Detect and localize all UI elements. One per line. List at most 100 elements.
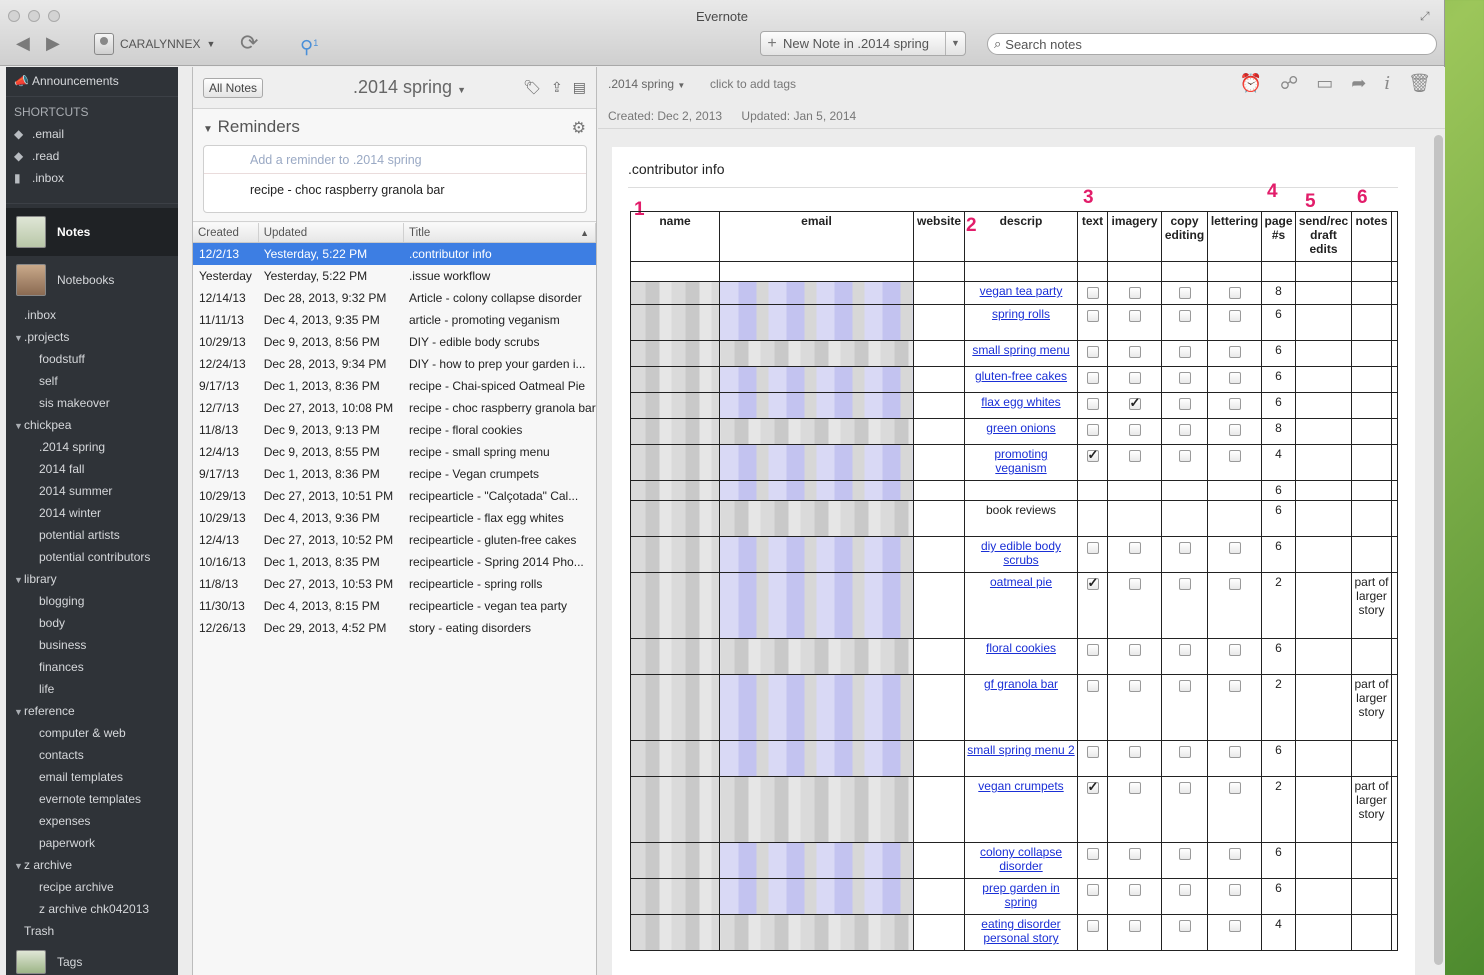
descrip-cell[interactable]: floral cookies	[964, 638, 1078, 675]
copy-checkbox-cell[interactable]	[1161, 366, 1208, 393]
column-created[interactable]: Created	[193, 223, 259, 242]
imagery-checkbox[interactable]	[1128, 424, 1141, 436]
copy-checkbox-cell[interactable]	[1161, 304, 1208, 341]
copy-checkbox-cell[interactable]	[1161, 340, 1208, 367]
table-row[interactable]: 10/29/13 Dec 27, 2013, 10:51 PM recipearti…	[193, 485, 596, 507]
text-checkbox-cell[interactable]	[1077, 842, 1108, 879]
text-checkbox[interactable]	[1086, 746, 1099, 758]
imagery-checkbox-cell[interactable]	[1107, 340, 1162, 367]
note-link[interactable]: vegan crumpets	[978, 779, 1063, 793]
imagery-checkbox-cell[interactable]	[1107, 418, 1162, 445]
view-options-icon[interactable]: ▤	[573, 79, 586, 96]
imagery-checkbox-cell[interactable]	[1107, 366, 1162, 393]
note-link[interactable]: prep garden in spring	[982, 881, 1059, 909]
expand-triangle-icon[interactable]: ▼	[14, 701, 24, 723]
copy-checkbox[interactable]	[1178, 746, 1191, 758]
add-tags-field[interactable]: click to add tags	[710, 77, 796, 91]
descrip-cell[interactable]: gluten-free cakes	[964, 366, 1078, 393]
sidebar-item-notebook[interactable]: Trash	[6, 920, 178, 942]
lettering-checkbox[interactable]	[1228, 398, 1241, 410]
sidebar-item-notebook[interactable]: 2014 summer	[6, 480, 178, 502]
copy-checkbox[interactable]	[1178, 450, 1191, 462]
imagery-checkbox-cell[interactable]	[1107, 572, 1162, 639]
text-checkbox[interactable]	[1086, 346, 1099, 358]
note-link[interactable]: gluten-free cakes	[975, 369, 1067, 383]
sidebar-item-notebook[interactable]: email templates	[6, 766, 178, 788]
table-row[interactable]: Yesterday Yesterday, 5:22 PM .issue workfl…	[193, 265, 596, 287]
note-link[interactable]: diy edible body scrubs	[981, 539, 1061, 567]
sidebar-item-notebook[interactable]: business	[6, 634, 178, 656]
note-scrollbar[interactable]	[1434, 135, 1443, 965]
text-checkbox-cell[interactable]	[1077, 444, 1108, 481]
note-notebook-selector[interactable]: .2014 spring ▼	[608, 77, 685, 91]
table-row[interactable]: 9/17/13 Dec 1, 2013, 8:36 PM recipe - Vega…	[193, 463, 596, 485]
lettering-checkbox-cell[interactable]	[1207, 418, 1262, 445]
imagery-checkbox-cell[interactable]	[1107, 776, 1162, 843]
text-checkbox-cell[interactable]	[1077, 878, 1108, 915]
lettering-checkbox[interactable]	[1228, 372, 1241, 384]
imagery-checkbox[interactable]	[1128, 310, 1141, 322]
note-link[interactable]: promoting veganism	[994, 447, 1047, 475]
search-input[interactable]	[1005, 36, 1406, 52]
reminder-alarm-icon[interactable]: ⏰	[1240, 73, 1262, 94]
copy-checkbox-cell[interactable]	[1161, 776, 1208, 843]
column-updated[interactable]: Updated	[259, 223, 404, 242]
sidebar-item-notebook[interactable]: finances	[6, 656, 178, 678]
imagery-checkbox-cell[interactable]	[1107, 914, 1162, 951]
table-row[interactable]: 12/7/13 Dec 27, 2013, 10:08 PM recipe - ch…	[193, 397, 596, 419]
fullscreen-icon[interactable]: ⤢	[1420, 9, 1434, 23]
imagery-checkbox[interactable]	[1128, 542, 1141, 554]
sidebar-item-notebook[interactable]: ▼reference	[6, 700, 178, 722]
lettering-checkbox[interactable]	[1228, 424, 1241, 436]
descrip-cell[interactable]: eating disorder personal story	[964, 914, 1078, 951]
text-checkbox-cell[interactable]	[1077, 674, 1108, 741]
imagery-checkbox[interactable]	[1128, 578, 1141, 590]
copy-checkbox[interactable]	[1178, 424, 1191, 436]
note-link[interactable]: colony collapse disorder	[980, 845, 1062, 873]
sidebar-item-notebook[interactable]: paperwork	[6, 832, 178, 854]
table-row[interactable]: 9/17/13 Dec 1, 2013, 8:36 PM recipe - Chai…	[193, 375, 596, 397]
note-link[interactable]: oatmeal pie	[990, 575, 1052, 589]
text-checkbox[interactable]	[1086, 680, 1099, 692]
copy-checkbox[interactable]	[1178, 680, 1191, 692]
sidebar-item-announcements[interactable]: 📣 Announcements	[6, 70, 178, 92]
sidebar-item-notebook[interactable]: potential contributors	[6, 546, 178, 568]
copy-checkbox-cell[interactable]	[1161, 392, 1208, 419]
table-row[interactable]: 11/8/13 Dec 9, 2013, 9:13 PM recipe - flor…	[193, 419, 596, 441]
imagery-checkbox[interactable]	[1128, 920, 1141, 932]
copy-checkbox-cell[interactable]	[1161, 572, 1208, 639]
lettering-checkbox-cell[interactable]	[1207, 572, 1262, 639]
text-checkbox[interactable]	[1086, 848, 1099, 860]
lettering-checkbox-cell[interactable]	[1207, 366, 1262, 393]
text-checkbox[interactable]	[1086, 920, 1099, 932]
copy-checkbox[interactable]	[1178, 542, 1191, 554]
descrip-cell[interactable]: oatmeal pie	[964, 572, 1078, 639]
table-row[interactable]: 12/24/13 Dec 28, 2013, 9:34 PM DIY - how t…	[193, 353, 596, 375]
sync-icon[interactable]: ⟳	[240, 32, 258, 54]
text-checkbox-cell[interactable]	[1077, 392, 1108, 419]
descrip-cell[interactable]: promoting veganism	[964, 444, 1078, 481]
text-checkbox[interactable]	[1086, 884, 1099, 896]
lettering-checkbox-cell[interactable]	[1207, 914, 1262, 951]
descrip-cell[interactable]: prep garden in spring	[964, 878, 1078, 915]
copy-checkbox-cell[interactable]	[1161, 638, 1208, 675]
text-checkbox-cell[interactable]	[1077, 776, 1108, 843]
table-row[interactable]: 10/29/13 Dec 9, 2013, 8:56 PM DIY - edible…	[193, 331, 596, 353]
sidebar-item-notebook[interactable]: contacts	[6, 744, 178, 766]
lettering-checkbox-cell[interactable]	[1207, 444, 1262, 481]
sidebar-item-notebook[interactable]: ▼library	[6, 568, 178, 590]
reminders-title[interactable]: ▼ Reminders	[203, 117, 300, 137]
copy-checkbox-cell[interactable]	[1161, 674, 1208, 741]
sidebar-item-tags[interactable]: Tags	[6, 942, 178, 975]
lettering-checkbox[interactable]	[1228, 884, 1241, 896]
descrip-cell[interactable]: small spring menu	[964, 340, 1078, 367]
descrip-cell[interactable]: vegan tea party	[964, 281, 1078, 305]
lettering-checkbox[interactable]	[1228, 920, 1241, 932]
table-row[interactable]: 11/11/13 Dec 4, 2013, 9:35 PM article - pr…	[193, 309, 596, 331]
text-checkbox[interactable]	[1086, 644, 1099, 656]
lettering-checkbox[interactable]	[1228, 680, 1241, 692]
sidebar-item-notebook[interactable]: computer & web	[6, 722, 178, 744]
expand-triangle-icon[interactable]: ▼	[14, 327, 24, 349]
copy-checkbox-cell[interactable]	[1161, 842, 1208, 879]
expand-triangle-icon[interactable]: ▼	[14, 569, 24, 591]
